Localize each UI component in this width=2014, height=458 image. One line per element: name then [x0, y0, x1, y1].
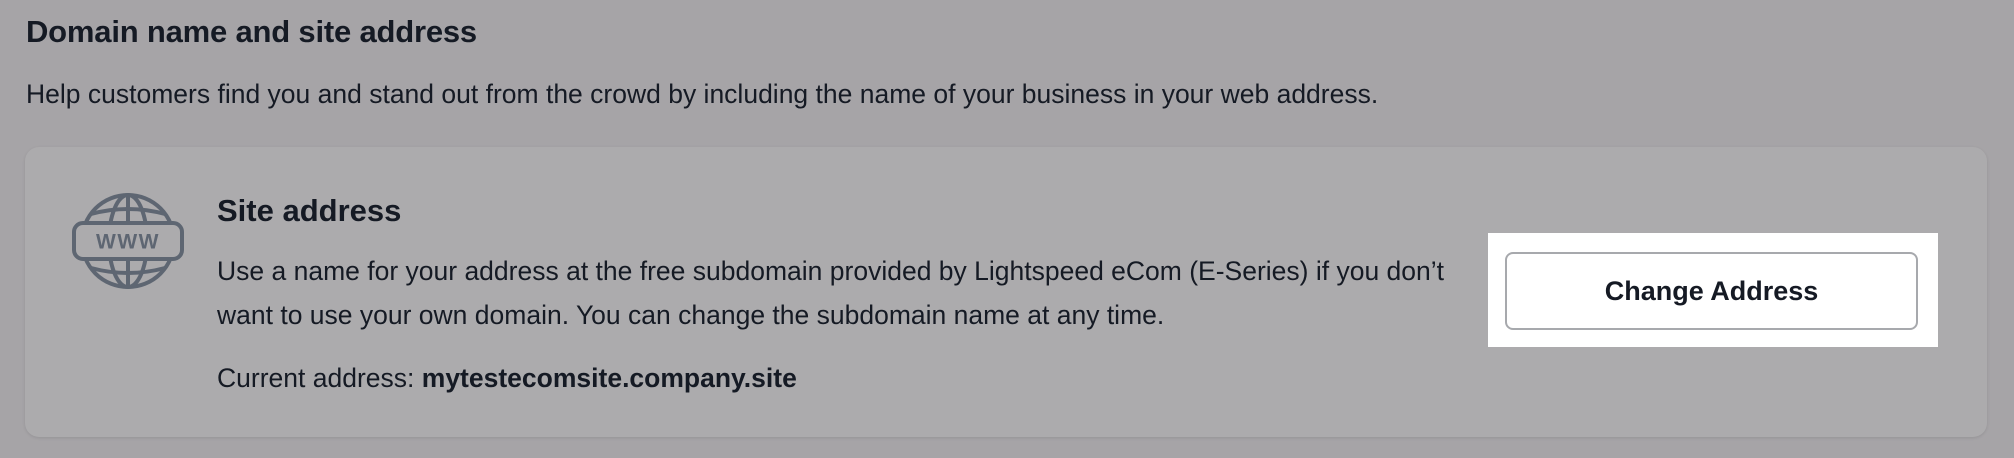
site-address-description: Use a name for your address at the free …	[217, 256, 1445, 330]
site-address-title: Site address	[217, 193, 402, 228]
section-title: Domain name and site address	[26, 14, 477, 49]
www-icon-text: WWW	[96, 231, 160, 254]
current-address-value: mytestecomsite.company.site	[421, 363, 797, 393]
change-address-button[interactable]: Change Address	[1505, 252, 1918, 330]
current-address: Current address: mytestecomsite.company.…	[217, 356, 797, 400]
www-globe-icon: WWW	[72, 193, 184, 289]
section-description: Help customers find you and stand out fr…	[26, 79, 1379, 109]
current-address-label: Current address:	[217, 363, 415, 393]
button-highlight: Change Address	[1488, 233, 1938, 347]
site-address-card: WWW Site address Use a name for your add…	[25, 147, 1987, 437]
